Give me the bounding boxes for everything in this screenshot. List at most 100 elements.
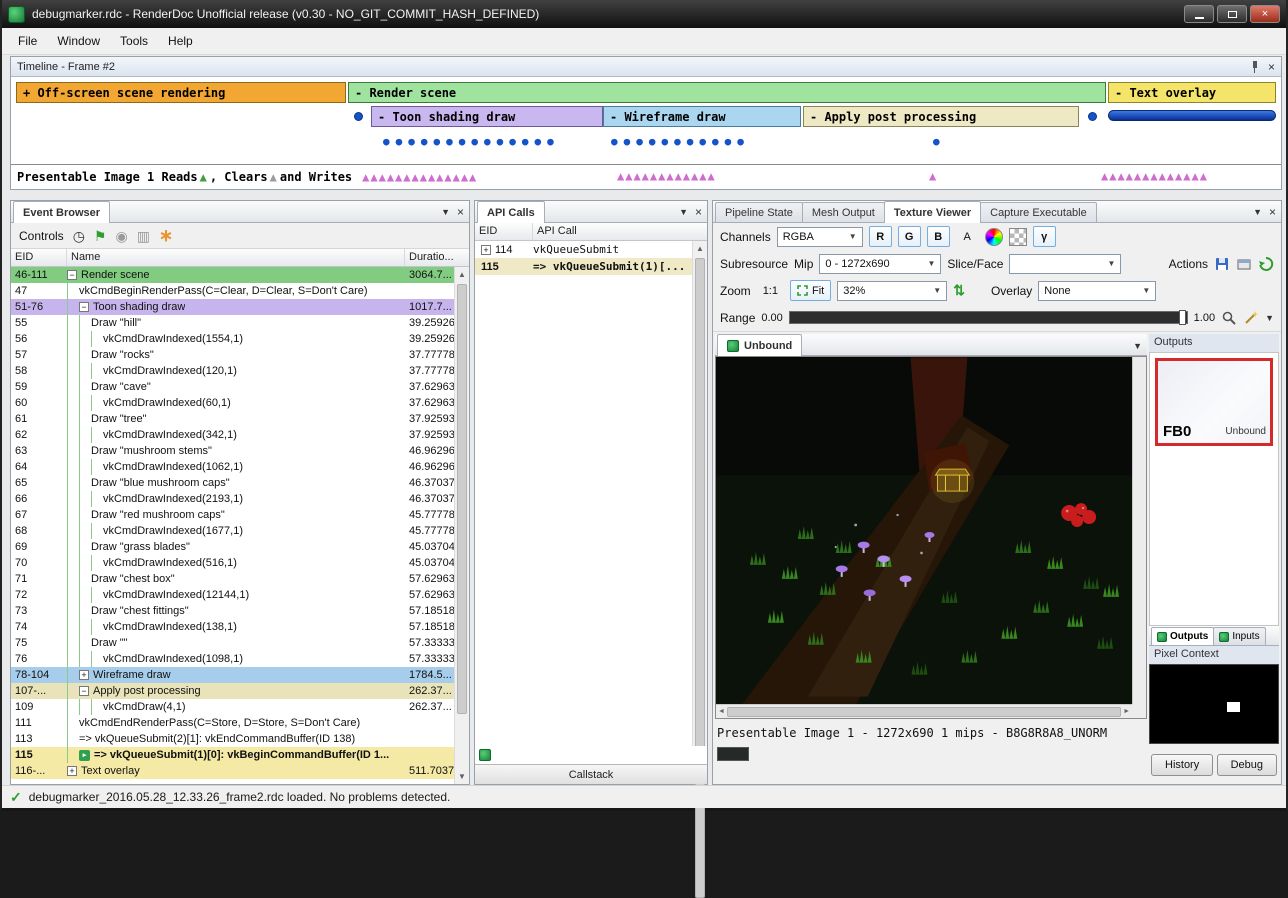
scroll-down-icon[interactable]: ▼: [455, 769, 469, 784]
column-eid[interactable]: EID: [11, 249, 67, 266]
pixel-context-view[interactable]: [1149, 664, 1279, 744]
event-row[interactable]: 62vkCmdDrawIndexed(342,1)37.92593: [11, 427, 469, 443]
event-row[interactable]: 78-104+Wireframe draw1784.5...: [11, 667, 469, 683]
event-row[interactable]: 109vkCmdDraw(4,1)262.37...: [11, 699, 469, 715]
event-row[interactable]: 55Draw "hill"39.25926: [11, 315, 469, 331]
event-row[interactable]: 58vkCmdDrawIndexed(120,1)37.77778: [11, 363, 469, 379]
panel-close-icon[interactable]: ×: [695, 206, 702, 218]
tab-inputs[interactable]: Inputs: [1213, 627, 1265, 645]
event-row[interactable]: 116-...+Text overlay511.7037: [11, 763, 469, 779]
expander-icon[interactable]: +: [79, 670, 89, 680]
expander-icon[interactable]: +: [67, 766, 77, 776]
event-row[interactable]: 63Draw "mushroom stems"46.96296: [11, 443, 469, 459]
tab-api-calls[interactable]: API Calls: [477, 201, 545, 223]
event-row[interactable]: 59Draw "cave"37.62963: [11, 379, 469, 395]
overlay-select[interactable]: None ▼: [1038, 281, 1156, 301]
event-browser-scrollbar[interactable]: ▲ ▼: [454, 267, 469, 784]
minimize-button[interactable]: [1184, 5, 1214, 23]
range-slider[interactable]: [789, 311, 1188, 324]
tab-outputs[interactable]: Outputs: [1151, 627, 1214, 645]
tab-mesh-output[interactable]: Mesh Output: [802, 202, 885, 222]
debug-button[interactable]: Debug: [1217, 754, 1277, 776]
column-api-call[interactable]: API Call: [533, 223, 707, 240]
channel-alpha-button[interactable]: A: [956, 226, 979, 247]
scroll-up-icon[interactable]: ▲: [455, 267, 469, 282]
event-row[interactable]: 68vkCmdDrawIndexed(1677,1)45.77778: [11, 523, 469, 539]
chevron-down-icon[interactable]: ▼: [679, 207, 688, 217]
timeline-close-icon[interactable]: ×: [1268, 61, 1275, 73]
scroll-up-icon[interactable]: ▲: [693, 241, 707, 256]
tab-texture-viewer[interactable]: Texture Viewer: [884, 201, 981, 223]
fit-button[interactable]: Fit: [790, 280, 831, 301]
event-row[interactable]: 70vkCmdDrawIndexed(516,1)45.03704: [11, 555, 469, 571]
scrollbar-thumb[interactable]: [457, 284, 467, 714]
maximize-button[interactable]: [1217, 5, 1247, 23]
menu-help[interactable]: Help: [158, 29, 203, 53]
event-row[interactable]: 113=> vkQueueSubmit(2)[1]: vkEndCommandB…: [11, 731, 469, 747]
event-row[interactable]: 66vkCmdDrawIndexed(2193,1)46.37037: [11, 491, 469, 507]
scroll-left-icon[interactable]: ◄: [718, 708, 725, 715]
timeline-bar-render-scene[interactable]: - Render scene: [348, 82, 1106, 103]
event-row[interactable]: 73Draw "chest fittings"57.18518: [11, 603, 469, 619]
timeline-text-overlay-range-bar[interactable]: [1108, 110, 1276, 121]
event-row[interactable]: 56vkCmdDrawIndexed(1554,1)39.25926: [11, 331, 469, 347]
expander-icon[interactable]: +: [481, 245, 491, 255]
event-row[interactable]: 47vkCmdBeginRenderPass(C=Clear, D=Clear,…: [11, 283, 469, 299]
event-row[interactable]: 107-...−Apply post processing262.37...: [11, 683, 469, 699]
jump-flag-icon[interactable]: ⚑: [94, 229, 107, 243]
api-calls-scrollbar[interactable]: ▲ ▼: [692, 241, 707, 764]
event-row[interactable]: 57Draw "rocks"37.77778: [11, 347, 469, 363]
mip-select[interactable]: 0 - 1272x690 ▼: [819, 254, 941, 274]
scroll-right-icon[interactable]: ►: [1123, 708, 1130, 715]
timeline-bar-offscreen[interactable]: + Off-screen scene rendering: [16, 82, 346, 103]
refresh-icon[interactable]: [1258, 256, 1274, 272]
column-duration[interactable]: Duratio...: [405, 249, 469, 266]
history-button[interactable]: History: [1151, 754, 1213, 776]
panel-close-icon[interactable]: ×: [457, 206, 464, 218]
timeline-bar-text-overlay[interactable]: - Text overlay: [1108, 82, 1276, 103]
checkerboard-background-icon[interactable]: [1009, 228, 1027, 246]
tab-capture-executable[interactable]: Capture Executable: [980, 202, 1097, 222]
menu-window[interactable]: Window: [47, 29, 110, 53]
timeline-bar-post-processing[interactable]: - Apply post processing: [803, 106, 1079, 127]
texture-view[interactable]: ◄ ►: [715, 356, 1147, 719]
event-row[interactable]: 60vkCmdDrawIndexed(60,1)37.62963: [11, 395, 469, 411]
color-wheel-icon[interactable]: [985, 228, 1003, 246]
tab-pipeline-state[interactable]: Pipeline State: [715, 202, 803, 222]
timeline-bar-wireframe[interactable]: - Wireframe draw: [603, 106, 801, 127]
event-row[interactable]: 65Draw "blue mushroom caps"46.37037: [11, 475, 469, 491]
autofit-wand-icon[interactable]: [1243, 310, 1259, 326]
sliceface-select[interactable]: ▼: [1009, 254, 1121, 274]
menu-file[interactable]: File: [8, 29, 47, 53]
expander-icon[interactable]: −: [79, 686, 89, 696]
save-icon[interactable]: [1214, 256, 1230, 272]
event-row[interactable]: 71Draw "chest box"57.62963: [11, 571, 469, 587]
zoom-1to1-button[interactable]: 1:1: [757, 280, 784, 301]
api-call-row[interactable]: 115=> vkQueueSubmit(1)[...: [475, 258, 707, 275]
event-row[interactable]: 72vkCmdDrawIndexed(12144,1)57.62963: [11, 587, 469, 603]
expander-icon[interactable]: −: [67, 270, 77, 280]
record-icon[interactable]: ◉: [115, 229, 127, 243]
column-eid[interactable]: EID: [475, 223, 533, 240]
close-button[interactable]: ×: [1250, 5, 1280, 23]
scrollbar-thumb[interactable]: [727, 707, 1121, 717]
chevron-down-icon[interactable]: ▼: [1253, 207, 1262, 217]
timeline-bar-toon-shading[interactable]: - Toon shading draw: [371, 106, 603, 127]
texture-image[interactable]: [716, 357, 1133, 705]
range-min-value[interactable]: 0.00: [761, 312, 782, 324]
event-row[interactable]: 75Draw ""57.33333: [11, 635, 469, 651]
zoom-percent-select[interactable]: 32% ▼: [837, 281, 947, 301]
column-name[interactable]: Name: [67, 249, 405, 266]
channel-red-button[interactable]: R: [869, 226, 892, 247]
channel-green-button[interactable]: G: [898, 226, 921, 247]
open-in-window-icon[interactable]: [1236, 256, 1252, 272]
panel-close-icon[interactable]: ×: [1269, 206, 1276, 218]
event-row[interactable]: 64vkCmdDrawIndexed(1062,1)46.96296: [11, 459, 469, 475]
event-row[interactable]: 51-76−Toon shading draw1017.7...: [11, 299, 469, 315]
tab-event-browser[interactable]: Event Browser: [13, 201, 110, 223]
stats-icon[interactable]: ▥: [137, 229, 150, 243]
menu-tools[interactable]: Tools: [110, 29, 158, 53]
range-slider-thumb[interactable]: [1179, 310, 1186, 325]
event-row[interactable]: 74vkCmdDrawIndexed(138,1)57.18518: [11, 619, 469, 635]
chevron-down-icon[interactable]: ▼: [1133, 341, 1142, 351]
